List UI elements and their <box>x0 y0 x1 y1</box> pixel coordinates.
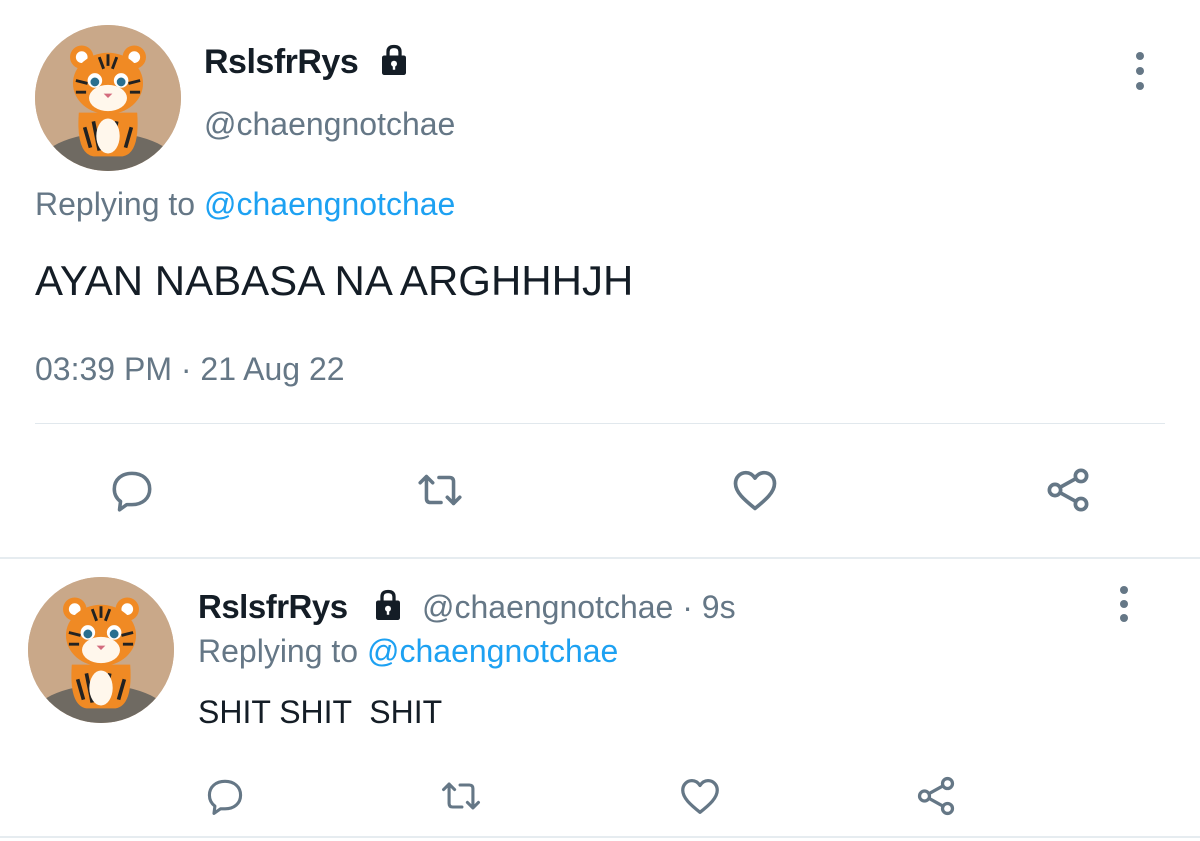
lock-icon <box>376 42 412 78</box>
replying-to-label: Replying to <box>35 186 196 222</box>
user-handle[interactable]: @chaengnotchae <box>204 104 455 144</box>
retweet-icon <box>418 474 462 506</box>
reply-icon <box>112 471 152 512</box>
like-icon <box>681 779 719 814</box>
retweet-button[interactable] <box>434 769 488 823</box>
share-button[interactable] <box>909 769 963 823</box>
display-name[interactable]: RslsfrRys <box>204 42 359 82</box>
share-icon <box>1047 468 1089 512</box>
section-separator <box>0 836 1200 838</box>
more-options-icon[interactable] <box>1114 586 1134 622</box>
tweet-text: SHIT SHIT SHIT <box>198 694 443 730</box>
share-icon <box>917 776 955 816</box>
time-ago: · 9s <box>682 589 736 625</box>
replying-to-mention[interactable]: @chaengnotchae <box>204 186 455 222</box>
lock-icon <box>370 587 406 623</box>
section-separator <box>0 557 1200 559</box>
retweet-icon <box>442 782 480 810</box>
replying-to-label: Replying to <box>198 633 359 669</box>
avatar[interactable] <box>35 25 181 171</box>
like-button[interactable] <box>723 458 787 522</box>
display-name[interactable]: RslsfrRys <box>198 587 348 627</box>
reply-button[interactable] <box>100 458 164 522</box>
more-options-icon[interactable] <box>1130 52 1150 90</box>
retweet-button[interactable] <box>408 458 472 522</box>
avatar-tiger-image <box>28 577 174 723</box>
replying-to: Replying to @chaengnotchae <box>198 630 618 672</box>
replying-to: Replying to @chaengnotchae <box>35 183 455 225</box>
reply-icon <box>207 779 243 815</box>
user-handle[interactable]: @chaengnotchae <box>422 589 673 625</box>
user-handle-time: @chaengnotchae · 9s <box>422 587 736 627</box>
tweet-text: AYAN NABASA NA ARGHHHJH <box>35 257 634 304</box>
avatar[interactable] <box>28 577 174 723</box>
replying-to-mention[interactable]: @chaengnotchae <box>367 633 618 669</box>
like-icon <box>733 470 777 511</box>
like-button[interactable] <box>673 769 727 823</box>
tweet-timestamp[interactable]: 03:39 PM · 21 Aug 22 <box>35 348 345 390</box>
reply-button[interactable] <box>198 769 252 823</box>
share-button[interactable] <box>1036 458 1100 522</box>
divider <box>35 423 1165 424</box>
avatar-tiger-image <box>35 25 181 171</box>
